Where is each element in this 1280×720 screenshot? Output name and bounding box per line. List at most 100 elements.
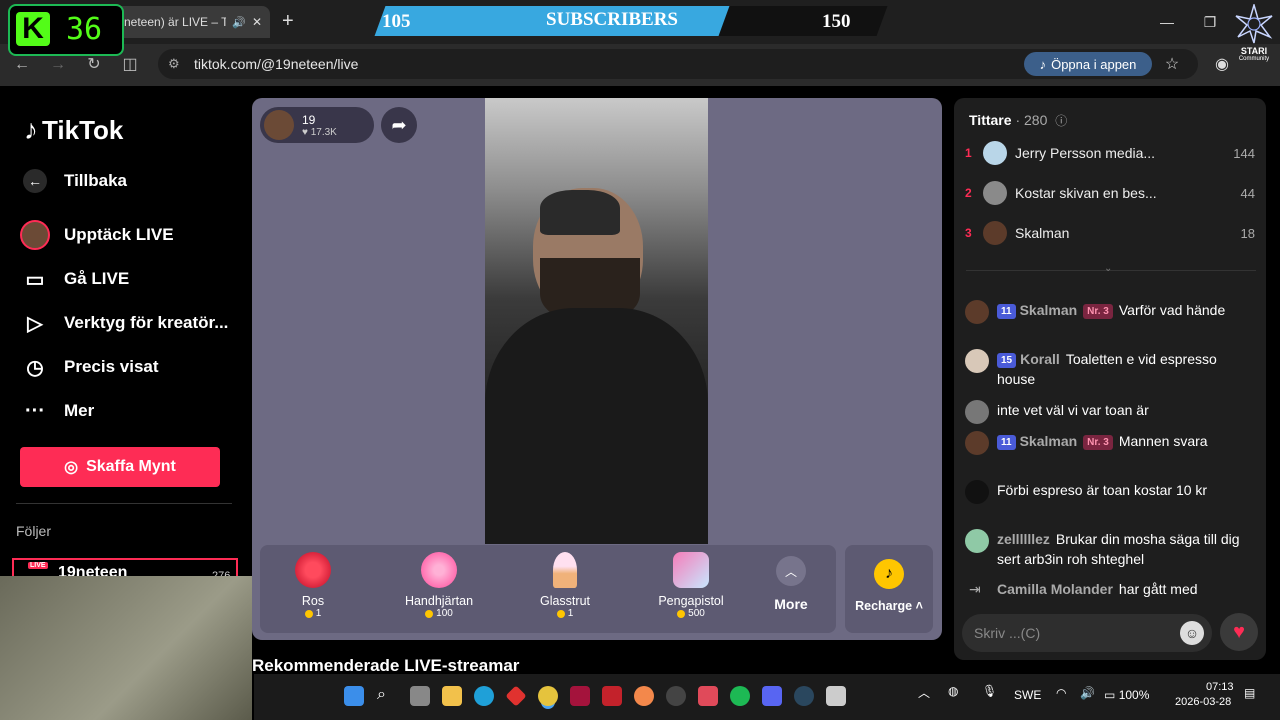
language-indicator[interactable]: SWE xyxy=(1014,688,1041,702)
battery-indicator[interactable]: ▭ 100% xyxy=(1104,688,1149,702)
recharge-label: Recharge xyxy=(855,599,913,613)
viewer-rank-row[interactable]: 1 Jerry Persson media... 144 xyxy=(965,138,1255,168)
notifications-icon[interactable]: ▤ xyxy=(1244,686,1255,700)
get-coins-button[interactable]: ◎ Skaffa Mynt xyxy=(20,447,220,487)
viewer-rank-row[interactable]: 2 Kostar skivan en bes... 44 xyxy=(965,178,1255,208)
search-icon[interactable]: ⌕ xyxy=(377,686,397,706)
more-gifts-button[interactable]: ︿ More xyxy=(765,556,817,626)
sidebar-item-recently-viewed[interactable]: ◷ Precis visat xyxy=(20,347,240,387)
level-badge: 11 xyxy=(997,304,1016,319)
bookmark-star-icon[interactable]: ☆ xyxy=(1160,53,1184,77)
chat-text: inte vet väl vi var toan är xyxy=(997,402,1149,418)
rank-number: 2 xyxy=(965,186,972,200)
browser-tab[interactable]: neteen) är LIVE – TI 🔊 ✕ xyxy=(110,6,270,38)
gift-name: Handhjärtan xyxy=(404,594,474,608)
recharge-button[interactable]: ♪ Recharge ˄ xyxy=(845,545,933,633)
back-arrow-icon: ← xyxy=(20,166,50,196)
ice-cream-gift-icon xyxy=(553,552,577,588)
viewer-score: 18 xyxy=(1240,225,1255,241)
new-tab-icon[interactable]: + xyxy=(282,10,294,33)
discord-icon[interactable] xyxy=(762,686,782,706)
rank-badge: Nr. 3 xyxy=(1083,435,1113,450)
expand-chevron-icon[interactable]: ⌄ xyxy=(1104,263,1112,274)
site-info-icon[interactable]: ⚙ xyxy=(168,56,180,72)
shield-app-icon[interactable] xyxy=(602,686,622,706)
clock-time[interactable]: 07:13 xyxy=(1206,681,1234,693)
coin-icon xyxy=(556,609,565,618)
host-likes: 17.3K xyxy=(310,126,337,138)
file-explorer-icon[interactable] xyxy=(442,686,462,706)
level-badge: 15 xyxy=(997,353,1017,368)
minimize-icon[interactable]: — xyxy=(1155,10,1179,34)
sidebar-item-creator-tools[interactable]: ▷ Verktyg för kreatör... xyxy=(20,303,240,343)
gift-price-row: 1 xyxy=(258,608,368,619)
webcam-overlay xyxy=(0,576,254,720)
tiktok-coin-icon: ♪ xyxy=(874,559,904,589)
clock-date[interactable]: 2026-03-28 xyxy=(1175,696,1231,708)
adobe-icon[interactable] xyxy=(570,686,590,706)
streamer-cap xyxy=(540,190,620,235)
subscriber-current: 105 xyxy=(382,11,411,32)
sidebar-item-go-live[interactable]: ▭ Gå LIVE xyxy=(20,259,240,299)
live-badge: LIVE xyxy=(28,562,48,569)
gift-item[interactable]: Glasstrut 1 xyxy=(510,552,620,628)
show-hidden-icons[interactable]: ︿ xyxy=(918,684,930,701)
subscriber-goal: 150 xyxy=(822,11,851,32)
gift-item[interactable]: Ros 1 xyxy=(258,552,368,628)
chat-text: Förbi espreso är toan kostar 10 kr xyxy=(997,482,1208,498)
app-tf-icon[interactable] xyxy=(698,686,718,706)
viewers-count: 280 xyxy=(1024,112,1048,128)
split-view-icon[interactable]: ◫ xyxy=(118,53,142,77)
wifi-icon[interactable]: ◠ xyxy=(1056,686,1066,700)
stari-brand-text: STARI xyxy=(1240,46,1268,56)
back-icon[interactable]: ← xyxy=(10,53,34,77)
camera-icon: ▭ xyxy=(25,268,45,291)
gift-item[interactable]: Handhjärtan 100 xyxy=(384,552,494,628)
steam-icon[interactable] xyxy=(794,686,814,706)
join-text: har gått med xyxy=(1118,581,1198,597)
share-button[interactable]: ➦ xyxy=(381,107,417,143)
level-badge: 11 xyxy=(997,435,1016,450)
sidebar-item-discover-live[interactable]: Upptäck LIVE xyxy=(20,215,240,255)
windows-start-icon[interactable] xyxy=(344,686,364,706)
streamer-jacket xyxy=(485,308,708,544)
gift-price: 1 xyxy=(315,608,322,619)
notepad-icon[interactable] xyxy=(826,686,846,706)
gift-name: Glasstrut xyxy=(539,594,590,608)
viewer-score: 44 xyxy=(1240,185,1255,201)
reload-icon[interactable]: ↻ xyxy=(82,53,106,77)
volume-icon[interactable]: 🔊 xyxy=(1080,686,1095,700)
get-coins-label: Skaffa Mynt xyxy=(86,458,176,475)
recharge-label-row: Recharge ˄ xyxy=(845,599,933,613)
open-in-app-button[interactable]: ♪ Öppna i appen xyxy=(1024,52,1152,76)
chrome-icon[interactable] xyxy=(538,686,558,706)
sidebar-divider xyxy=(16,503,232,504)
restore-icon[interactable]: ❐ xyxy=(1198,10,1222,34)
viewer-score: 144 xyxy=(1233,145,1255,161)
close-tab-icon[interactable]: ✕ xyxy=(252,15,262,29)
chevron-up-icon: ︿ xyxy=(776,556,806,586)
task-view-icon[interactable] xyxy=(410,686,430,706)
host-info[interactable]: 19 ♥ 17.3K xyxy=(260,107,374,143)
live-video[interactable] xyxy=(485,98,708,544)
app-orange-icon[interactable] xyxy=(634,686,654,706)
microphone-icon[interactable]: 🎙 xyxy=(982,684,997,698)
viewer-rank-row[interactable]: 3 Skalman 18 xyxy=(965,218,1255,248)
back-link[interactable]: ← Tillbaka xyxy=(20,161,240,201)
gift-item[interactable]: Pengapistol 500 xyxy=(636,552,746,628)
help-icon[interactable]: ⓘ xyxy=(1055,114,1067,128)
emoji-icon[interactable]: ☺ xyxy=(1180,621,1204,645)
sidebar-item-more[interactable]: ··· Mer xyxy=(20,391,240,431)
gift-name: Ros xyxy=(301,594,325,608)
gift-name: Pengapistol xyxy=(658,594,724,608)
obs-icon[interactable] xyxy=(666,686,686,706)
join-username: Camilla Molander xyxy=(997,581,1113,597)
like-heart-icon[interactable]: ♥ xyxy=(1220,613,1258,651)
network-app-icon[interactable]: ◍ xyxy=(948,684,958,698)
edge-icon[interactable] xyxy=(474,686,494,706)
chat-input[interactable]: Skriv ...(C) xyxy=(962,614,1212,652)
spotify-icon[interactable] xyxy=(730,686,750,706)
stari-brand-subtext: Community xyxy=(1238,56,1270,62)
forward-icon[interactable]: → xyxy=(46,53,70,77)
tiktok-logo[interactable]: ♪ TikTok xyxy=(24,114,123,146)
